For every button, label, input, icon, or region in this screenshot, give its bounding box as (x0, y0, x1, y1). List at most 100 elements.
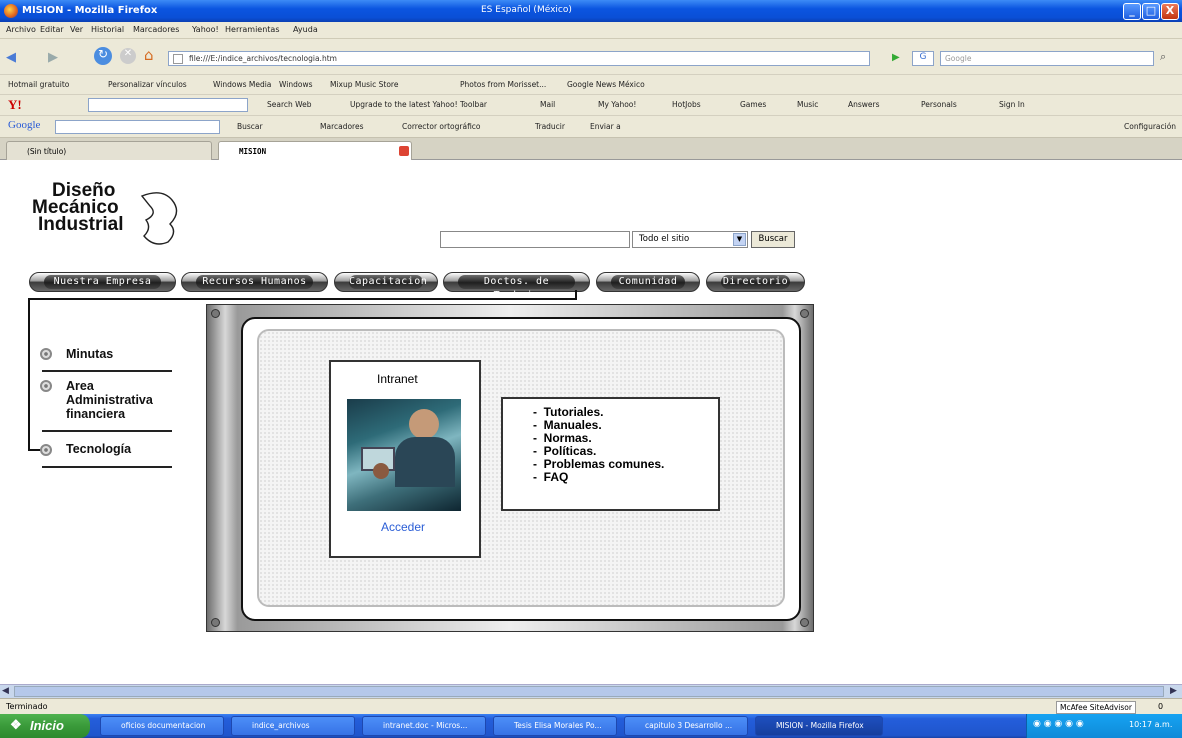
bookmark-google-news[interactable]: Google News México (567, 80, 645, 89)
google-enviar[interactable]: Enviar a (590, 122, 621, 131)
minimize-button[interactable]: _ (1123, 3, 1141, 20)
windows-logo-icon: ❖ (10, 717, 22, 732)
back-icon[interactable]: ◀ (6, 50, 16, 65)
menu-ver[interactable]: Ver (70, 25, 83, 34)
tab-sin-titulo[interactable]: (Sin título) (6, 141, 212, 160)
nav-recursos-humanos[interactable]: Recursos Humanos (181, 272, 328, 292)
maximize-button[interactable]: □ (1142, 3, 1160, 20)
side-item-area-administrativa[interactable]: Area Administrativa financiera (66, 379, 176, 421)
nav-doctos-trabajo[interactable]: Doctos. de Trabajo (443, 272, 590, 301)
google-search-input[interactable] (55, 120, 220, 134)
menu-marcadores[interactable]: Marcadores (133, 25, 179, 34)
status-text: Terminado (6, 702, 48, 711)
yahoo-my-yahoo[interactable]: My Yahoo! (598, 100, 636, 109)
nav-capacitacion[interactable]: Capacitacion (334, 272, 438, 292)
yahoo-hotjobs[interactable]: HotJobs (672, 100, 701, 109)
start-button[interactable]: ❖ Inicio (0, 714, 90, 738)
bullet-icon (40, 348, 52, 360)
screw-icon (800, 618, 809, 627)
bookmark-personalizar[interactable]: Personalizar vínculos (108, 80, 187, 89)
go-icon[interactable]: ▶ (892, 52, 906, 65)
site-search-button[interactable]: Buscar (751, 231, 795, 248)
acceder-link[interactable]: Acceder (381, 520, 425, 534)
google-traducir[interactable]: Traducir (535, 122, 565, 131)
siteadvisor-badge[interactable]: McAfee SiteAdvisor (1056, 701, 1136, 714)
menu-archivo[interactable]: Archivo (6, 25, 36, 34)
connector-line (575, 290, 577, 300)
bullet-icon (40, 380, 52, 392)
tray-icons[interactable]: ◉ ◉ ◉ ◉ ◉ (1033, 719, 1084, 729)
nav-comunidad[interactable]: Comunidad (596, 272, 700, 292)
menu-ayuda[interactable]: Ayuda (293, 25, 318, 34)
google-settings[interactable]: Configuración (1124, 122, 1176, 131)
screw-icon (211, 309, 220, 318)
chevron-down-icon[interactable]: ▼ (733, 233, 746, 246)
yahoo-music[interactable]: Music (797, 100, 818, 109)
nav-label: Comunidad (611, 275, 685, 289)
google-toolbar: Google Buscar Marcadores Corrector ortog… (0, 116, 1182, 138)
tab-close-icon[interactable] (399, 146, 409, 156)
navigation-toolbar: ◀ ▶ ↻ ✕ ⌂ file:///E:/indice_archivos/tec… (0, 39, 1182, 75)
horizontal-scrollbar[interactable]: ◀ ▶ (0, 684, 1182, 698)
menu-herramientas[interactable]: Herramientas (225, 25, 280, 34)
nav-directorio[interactable]: Directorio (706, 272, 805, 292)
side-item-minutas[interactable]: Minutas (66, 347, 113, 361)
google-buscar[interactable]: Buscar (237, 122, 263, 131)
side-item-tecnologia[interactable]: Tecnología (66, 442, 131, 456)
task-firefox[interactable]: MISION - Mozilla Firefox (755, 716, 883, 736)
search-engine-icon[interactable]: G (912, 51, 934, 66)
scroll-left-icon[interactable]: ◀ (2, 686, 9, 696)
scroll-right-icon[interactable]: ▶ (1170, 686, 1177, 696)
yahoo-logo[interactable]: Y! (8, 97, 22, 113)
item-tutoriales: Tutoriales. (543, 405, 604, 419)
reload-icon[interactable]: ↻ (94, 47, 112, 65)
bookmarks-toolbar: Hotmail gratuito Personalizar vínculos W… (0, 75, 1182, 95)
site-logo[interactable]: Diseño Mecánico Industrial (32, 181, 178, 245)
bookmark-mixup[interactable]: Mixup Music Store (330, 80, 398, 89)
url-bar[interactable]: file:///E:/indice_archivos/tecnologia.ht… (168, 51, 870, 66)
bookmark-windows[interactable]: Windows (279, 80, 312, 89)
language-indicator[interactable]: ES Español (México) (481, 5, 572, 15)
person-body (395, 437, 455, 487)
close-button[interactable]: X (1161, 3, 1179, 20)
intranet-title: Intranet (377, 372, 418, 386)
menu-editar[interactable]: Editar (40, 25, 64, 34)
yahoo-games[interactable]: Games (740, 100, 766, 109)
bookmark-windows-media[interactable]: Windows Media (213, 80, 271, 89)
yahoo-personals[interactable]: Personals (921, 100, 957, 109)
bookmark-hotmail[interactable]: Hotmail gratuito (8, 80, 69, 89)
google-marcadores[interactable]: Marcadores (320, 122, 364, 131)
clock[interactable]: 10:17 a.m. (1129, 720, 1172, 729)
window-title: MISION - Mozilla Firefox (22, 5, 158, 16)
list-item[interactable]: - FAQ (533, 470, 568, 484)
bookmark-photos[interactable]: Photos from Morisset... (460, 80, 546, 89)
yahoo-sign-in[interactable]: Sign In (999, 100, 1025, 109)
stop-icon[interactable]: ✕ (120, 48, 136, 64)
nav-label: Nuestra Empresa (44, 275, 161, 289)
yahoo-mail[interactable]: Mail (540, 100, 555, 109)
yahoo-answers[interactable]: Answers (848, 100, 880, 109)
nav-nuestra-empresa[interactable]: Nuestra Empresa (29, 272, 176, 292)
yahoo-search-web[interactable]: Search Web (267, 100, 312, 109)
magnifier-icon[interactable]: ⌕ (1160, 50, 1166, 64)
task-intranet-doc[interactable]: intranet.doc - Micros... (362, 716, 486, 736)
search-input[interactable]: Google (940, 51, 1154, 66)
yahoo-search-input[interactable] (88, 98, 248, 112)
forward-icon[interactable]: ▶ (48, 50, 58, 65)
scroll-thumb[interactable] (14, 686, 1164, 697)
task-oficios[interactable]: oficios documentacion (100, 716, 224, 736)
status-bar: Terminado McAfee SiteAdvisor 0 (0, 698, 1182, 714)
tab-mision[interactable]: MISION (218, 141, 412, 160)
menu-historial[interactable]: Historial (91, 25, 124, 34)
task-tesis[interactable]: Tesis Elisa Morales Po... (493, 716, 617, 736)
home-icon[interactable]: ⌂ (144, 46, 154, 64)
task-indice-archivos[interactable]: indice_archivos (231, 716, 355, 736)
site-search-input[interactable] (440, 231, 630, 248)
system-tray: ◉ ◉ ◉ ◉ ◉ 10:17 a.m. (1026, 714, 1182, 738)
task-capitulo[interactable]: capitulo 3 Desarrollo ... (624, 716, 748, 736)
gear-icon (140, 192, 178, 245)
site-search-scope[interactable]: Todo el sitio ▼ (632, 231, 748, 248)
yahoo-upgrade[interactable]: Upgrade to the latest Yahoo! Toolbar (350, 100, 487, 109)
menu-yahoo[interactable]: Yahoo! (192, 25, 219, 34)
google-corrector[interactable]: Corrector ortográfico (402, 122, 481, 131)
